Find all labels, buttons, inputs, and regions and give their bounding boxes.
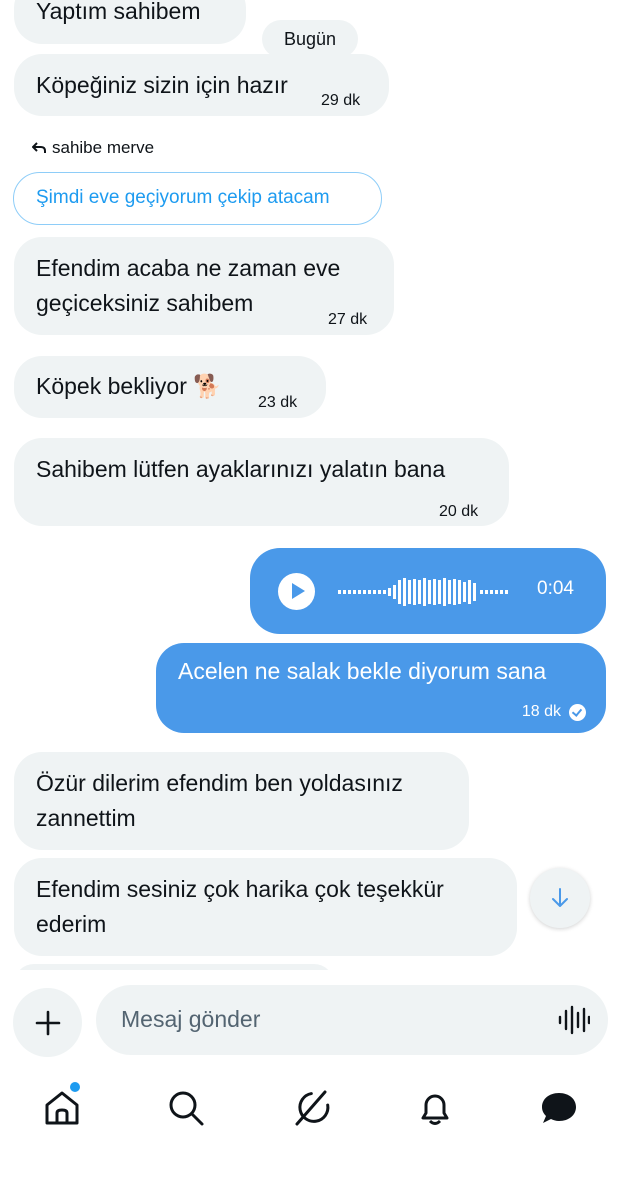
waveform-icon <box>338 578 508 606</box>
incoming-message[interactable]: Özür dilerim efendim ben yoldasınız zann… <box>14 752 469 850</box>
message-text: Köpeğiniz sizin için hazır <box>36 72 288 98</box>
message-text-line-1: Özür dilerim efendim ben yoldasınız <box>36 770 403 796</box>
message-text-line-2: zannettim <box>36 805 136 831</box>
reply-arrow-icon <box>32 142 46 153</box>
voice-message: 0:04 <box>250 548 606 634</box>
message-time: 23 dk <box>258 394 298 411</box>
bell-icon[interactable] <box>415 1088 455 1128</box>
incoming-message[interactable]: Yaptım sahibem <box>14 0 246 44</box>
search-icon[interactable] <box>166 1088 206 1128</box>
voice-record-icon[interactable] <box>558 1005 590 1035</box>
incoming-message[interactable]: Köpek bekliyor 🐕 23 dk <box>14 356 326 418</box>
incoming-message[interactable]: Köpeğiniz sizin için hazır 29 dk <box>14 54 389 116</box>
message-text: Yaptım sahibem <box>36 0 201 24</box>
message-meta: 18 dk <box>522 703 586 721</box>
dm-conversation-screen: Yaptım sahibem Bugün Köpeğiniz sizin içi… <box>0 0 622 1200</box>
incoming-message[interactable]: Efendim acaba ne zaman eve geçiceksiniz … <box>14 237 394 335</box>
plus-icon <box>35 1010 60 1035</box>
message-text: Acelen ne salak bekle diyorum sana <box>178 658 547 684</box>
message-time: 27 dk <box>328 311 368 328</box>
home-icon[interactable] <box>42 1088 82 1128</box>
voice-duration: 0:04 <box>537 578 574 599</box>
message-text-line-1: Efendim acaba ne zaman eve <box>36 255 341 281</box>
add-attachment-button[interactable] <box>13 988 82 1057</box>
arrow-down-icon <box>552 888 568 907</box>
message-time: 20 dk <box>439 503 479 520</box>
messages-icon[interactable] <box>539 1088 579 1128</box>
message-composer: Mesaj gönder <box>0 970 622 1060</box>
seen-check-icon <box>569 703 586 721</box>
message-text-line-2: geçiceksiniz sahibem <box>36 290 254 316</box>
message-text-line-2: ederim <box>36 911 107 937</box>
home-notification-dot <box>70 1082 80 1092</box>
grok-icon[interactable] <box>291 1088 331 1128</box>
incoming-message[interactable]: Sahibem lütfen ayaklarınızı yalatın bana… <box>14 438 509 526</box>
message-text: Köpek bekliyor 🐕 <box>36 373 222 399</box>
scroll-to-bottom-button[interactable] <box>530 868 590 928</box>
message-time: 29 dk <box>321 92 361 109</box>
message-text-line-1: Efendim sesiniz çok harika çok teşekkür <box>36 876 444 902</box>
play-button[interactable] <box>278 573 315 610</box>
date-separator: Bugün <box>262 20 358 58</box>
quoted-message[interactable]: Şimdi eve geçiyorum çekip atacam <box>13 172 382 225</box>
outgoing-message[interactable]: Acelen ne salak bekle diyorum sana 18 dk <box>156 643 606 733</box>
message-time: 18 dk <box>521 703 561 720</box>
message-input-placeholder: Mesaj gönder <box>121 1006 261 1032</box>
reply-to-name: sahibe merve <box>52 138 155 157</box>
message-text: Sahibem lütfen ayaklarınızı yalatın bana <box>36 456 446 482</box>
message-input[interactable]: Mesaj gönder <box>96 985 608 1055</box>
incoming-message[interactable]: Efendim sesiniz çok harika çok teşekkür … <box>14 858 517 956</box>
reply-context: sahibe merve <box>32 138 154 158</box>
bottom-tab-bar <box>0 1070 622 1150</box>
